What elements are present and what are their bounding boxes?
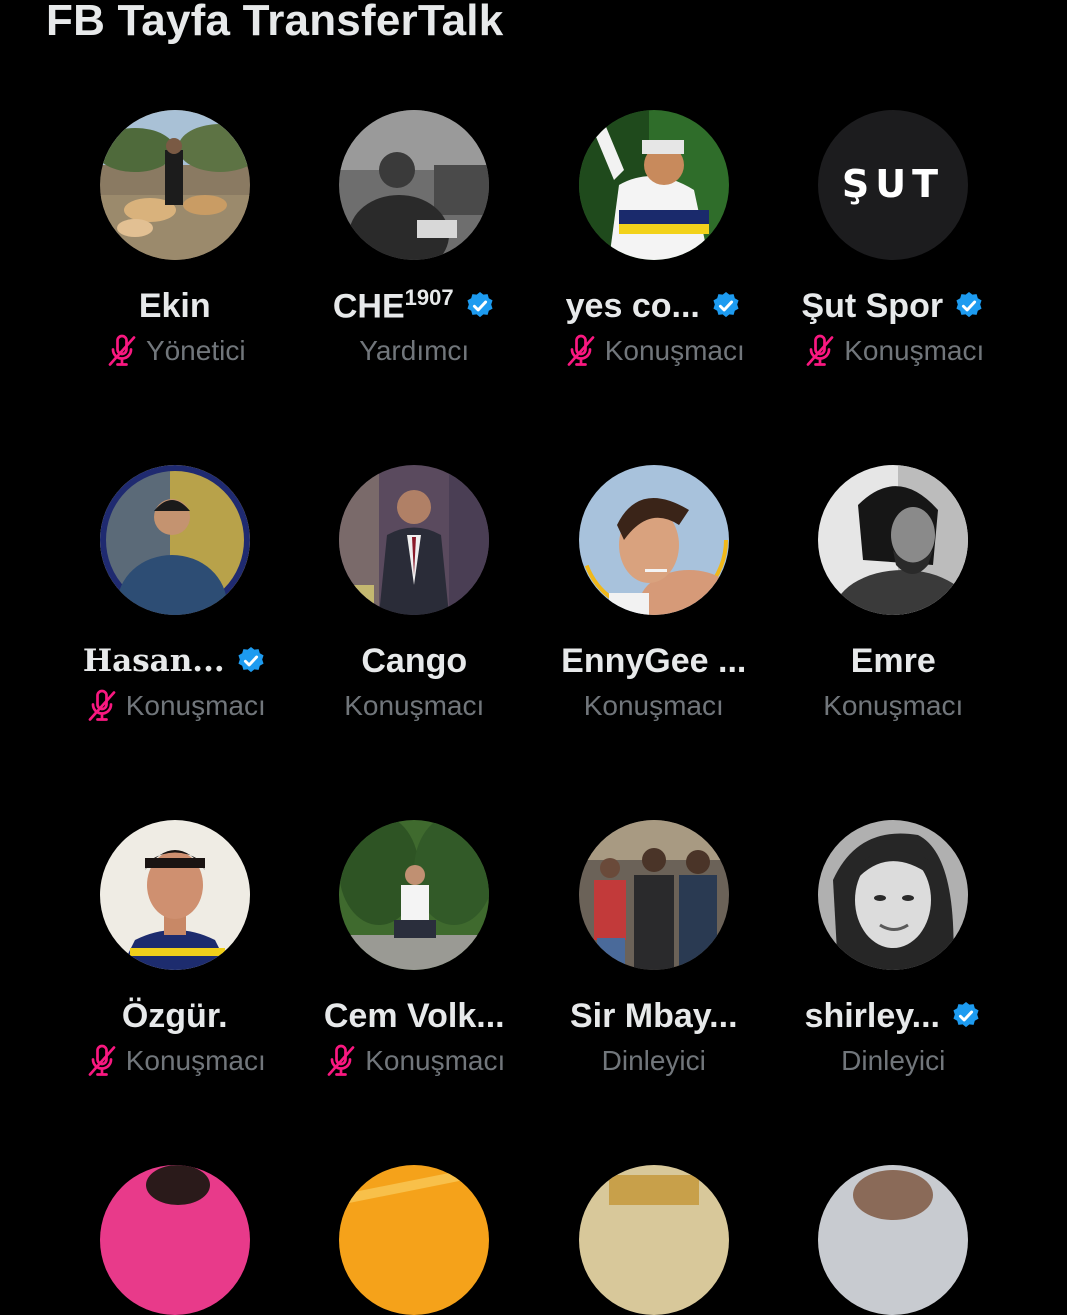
mic-off-icon (108, 334, 136, 366)
name-row: Cango (361, 641, 467, 681)
participant-role: Yönetici (145, 335, 246, 366)
participant-tile-che1907[interactable]: CHE1907 Yardımcı (295, 110, 535, 465)
participant-role: Konuşmacı (604, 335, 745, 366)
participant-role: Konuşmacı (844, 335, 985, 366)
role-row: Dinleyici (602, 1042, 706, 1080)
name-row: shirley... (805, 996, 982, 1036)
participant-name: Cem Volk... (323, 996, 505, 1035)
mic-off-icon (327, 1044, 355, 1076)
name-row: Özgür. (122, 996, 228, 1036)
space-title: FB Tayfa TransferTalk (46, 0, 504, 45)
avatar[interactable]: ŞUT (818, 110, 969, 260)
avatar[interactable] (339, 465, 490, 615)
participant-name: Emre (850, 641, 936, 680)
name-row: Ekin (139, 286, 211, 326)
participant-tile-emre[interactable]: Emre Konuşmacı (774, 465, 1014, 820)
avatar[interactable] (818, 820, 969, 970)
participant-role: Dinleyici (841, 1045, 946, 1076)
avatar[interactable] (339, 820, 490, 970)
avatar[interactable] (339, 1165, 490, 1315)
role-row: Yönetici (104, 332, 246, 370)
participant-row: Hasan... Konuşmacı Cango Konuşmacı EnnyG… (55, 465, 1013, 820)
role-row: Konuşmacı (802, 332, 984, 370)
participant-name: Hasan... (82, 643, 225, 679)
name-row: Sir Mbay... (570, 996, 738, 1036)
sut-logo-text: ŞUT (842, 162, 944, 206)
participant-tile-partial[interactable] (55, 1165, 295, 1315)
avatar[interactable] (818, 465, 969, 615)
avatar[interactable] (578, 465, 729, 615)
participant-name: Cango (361, 641, 468, 680)
verified-badge-icon (713, 292, 739, 318)
verified-badge-icon (953, 1002, 979, 1028)
participant-tile-ennygee[interactable]: EnnyGee ... Konuşmacı (534, 465, 774, 820)
name-row: yes co... (566, 286, 742, 326)
avatar[interactable] (99, 110, 250, 260)
role-row: Konuşmacı (344, 687, 484, 725)
participant-tile-hasan[interactable]: Hasan... Konuşmacı (55, 465, 295, 820)
avatar[interactable] (99, 465, 250, 615)
participant-tile-yes-co[interactable]: yes co... Konuşmacı (534, 110, 774, 465)
participant-role: Yardımcı (359, 335, 470, 366)
mic-off-icon (567, 334, 595, 366)
participant-grid: Ekin Yönetici CHE1907 Yardımcı yes co...… (55, 110, 1013, 1175)
verified-badge-icon (238, 647, 264, 673)
participant-name: Ekin (138, 286, 211, 325)
role-row: Konuşmacı (563, 332, 745, 370)
role-row: Konuşmacı (823, 687, 963, 725)
participant-tile-cem-volk[interactable]: Cem Volk... Konuşmacı (295, 820, 535, 1175)
participant-role: Konuşmacı (583, 690, 724, 721)
name-row: Şut Spor (801, 286, 985, 326)
role-row: Konuşmacı (84, 687, 266, 725)
role-row: Konuşmacı (84, 1042, 266, 1080)
participant-tile-ekin[interactable]: Ekin Yönetici (55, 110, 295, 465)
participant-tile-ozgur[interactable]: Özgür. Konuşmacı (55, 820, 295, 1175)
mic-off-icon (88, 689, 116, 721)
participant-name: Sir Mbay... (569, 996, 738, 1035)
role-row: Konuşmacı (584, 687, 724, 725)
name-row: Emre (851, 641, 936, 681)
participant-row: Özgür. Konuşmacı Cem Volk... Konuşmacı S… (55, 820, 1013, 1175)
participant-tile-partial[interactable] (295, 1165, 535, 1315)
mic-off-icon (806, 334, 834, 366)
role-row: Konuşmacı (323, 1042, 505, 1080)
avatar[interactable] (578, 1165, 729, 1315)
participant-role: Konuşmacı (823, 690, 964, 721)
name-row: CHE1907 (332, 285, 496, 326)
participant-tile-sir-mbay[interactable]: Sir Mbay... Dinleyici (534, 820, 774, 1175)
name-row: EnnyGee ... (561, 641, 746, 681)
role-row: Yardımcı (359, 332, 469, 370)
name-row: Cem Volk... (324, 996, 505, 1036)
participant-tile-cango[interactable]: Cango Konuşmacı (295, 465, 535, 820)
avatar[interactable] (578, 110, 729, 260)
participant-tile-partial[interactable] (534, 1165, 774, 1315)
avatar[interactable] (578, 820, 729, 970)
participant-row-partial (55, 1165, 1014, 1315)
participant-role: Konuşmacı (365, 1045, 506, 1076)
mic-off-icon (88, 1044, 116, 1076)
participant-row: Ekin Yönetici CHE1907 Yardımcı yes co...… (55, 110, 1013, 465)
name-row: Hasan... (83, 641, 267, 681)
avatar[interactable] (99, 1165, 250, 1315)
verified-badge-icon (467, 292, 493, 318)
participant-role: Konuşmacı (125, 1045, 266, 1076)
participant-tile-sut-spor[interactable]: ŞUT Şut Spor Konuşmacı (774, 110, 1014, 465)
avatar[interactable] (99, 820, 250, 970)
participant-name: shirley... (804, 996, 940, 1035)
participant-tile-partial[interactable] (774, 1165, 1014, 1315)
participant-role: Konuşmacı (125, 690, 266, 721)
participant-role: Konuşmacı (344, 690, 485, 721)
participant-name: Özgür. (121, 996, 228, 1035)
participant-name: EnnyGee ... (561, 641, 747, 680)
avatar[interactable] (818, 1165, 969, 1315)
participant-name: yes co... (565, 286, 700, 325)
participant-role: Dinleyici (601, 1045, 706, 1076)
participant-name: Şut Spor (801, 286, 944, 325)
participant-name: CHE1907 (332, 285, 454, 326)
role-row: Dinleyici (841, 1042, 945, 1080)
verified-badge-icon (956, 292, 982, 318)
avatar[interactable] (339, 110, 490, 260)
participant-tile-shirley[interactable]: shirley... Dinleyici (774, 820, 1014, 1175)
